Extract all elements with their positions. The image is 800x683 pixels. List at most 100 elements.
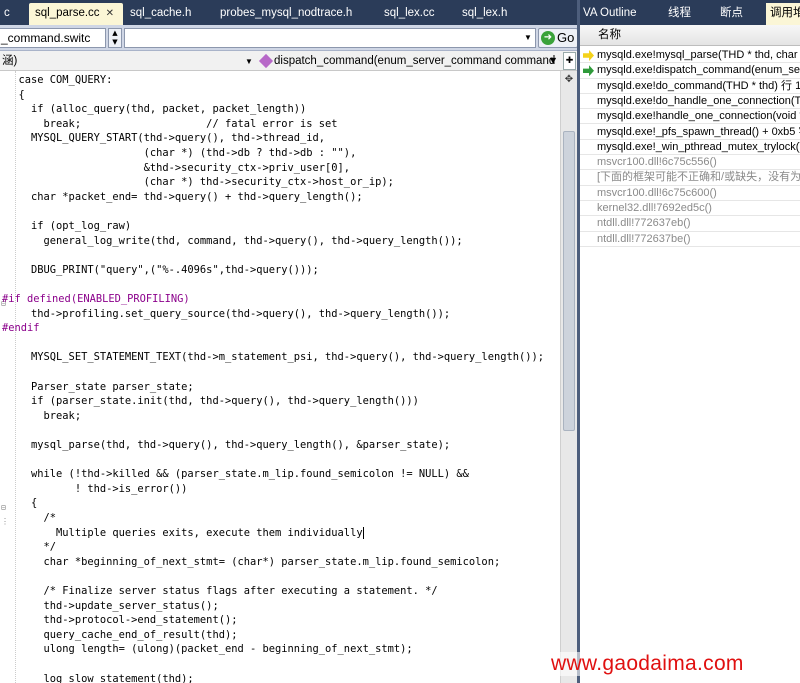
code-line: (char *) thd->security_ctx->host_or_ip); xyxy=(6,176,394,189)
tab-label: sql_parse.cc xyxy=(35,7,100,19)
tab-probes-mysql[interactable]: probes_mysql_nodtrace.h xyxy=(214,3,358,25)
column-header-name[interactable]: 名称 xyxy=(580,25,800,46)
tab-va-outline[interactable]: VA Outline xyxy=(583,3,637,25)
go-label: Go xyxy=(557,30,575,45)
code-line: #endif xyxy=(2,322,40,335)
call-stack-frame[interactable]: mysqld.exe!handle_one_connection(void * xyxy=(580,109,800,125)
find-combo[interactable]: ▼ xyxy=(124,28,536,48)
tab-label: 线程 xyxy=(668,7,691,19)
frame-label: ntdll.dll!772637eb() xyxy=(597,217,691,230)
code-line: query_cache_end_of_result(thd); xyxy=(6,628,238,641)
call-stack-frame[interactable]: ntdll.dll!772637be() xyxy=(580,232,800,247)
navigation-bar: 涵) ▼ dispatch_command(enum_server_comman… xyxy=(0,51,578,71)
tab-label: 调用堆 xyxy=(770,7,800,19)
call-stack-frame[interactable]: mysqld.exe!mysql_parse(THD * thd, char * xyxy=(580,48,800,64)
code-line: if (parser_state.init(thd, thd->query(),… xyxy=(6,395,419,408)
chevron-down-icon[interactable]: ▼ xyxy=(245,53,253,71)
go-icon: ➜ xyxy=(541,31,555,45)
call-stack-frame[interactable]: msvcr100.dll!6c75c600() xyxy=(580,186,800,201)
member-dropdown-value: dispatch_command(enum_server_command com… xyxy=(274,55,556,67)
tab-sql-parse[interactable]: sql_parse.cc ✕ xyxy=(29,3,123,25)
code-line: Parser_state parser_state; xyxy=(6,380,194,393)
tab-label: c xyxy=(4,7,10,19)
chevron-down-icon[interactable]: ▼ xyxy=(521,29,535,47)
code-line: thd->protocol->end_statement(); xyxy=(6,614,238,627)
tool-tab-bar: VA Outline 线程 断点 调用堆 xyxy=(580,0,800,25)
code-line: break; xyxy=(6,409,82,422)
call-stack-frame[interactable]: mysqld.exe!dispatch_command(enum_ser xyxy=(580,63,800,79)
code-line: while (!thd->killed && (parser_state.m_l… xyxy=(6,468,469,481)
type-dropdown[interactable]: 涵) ▼ xyxy=(0,52,255,70)
caller-frame-arrow-icon xyxy=(583,65,594,77)
code-line: if (alloc_query(thd, packet, packet_leng… xyxy=(6,103,307,116)
tab-sql-lex-cc[interactable]: sql_lex.cc xyxy=(378,3,441,25)
frame-label: mysqld.exe!handle_one_connection(void * xyxy=(597,110,800,123)
code-line: &thd->security_ctx->priv_user[0], xyxy=(6,161,351,174)
call-stack-frame[interactable]: mysqld.exe!do_handle_one_connection(Th xyxy=(580,94,800,110)
tab-c[interactable]: c xyxy=(0,3,16,25)
tab-breakpoints[interactable]: 断点 xyxy=(720,3,743,25)
code-line: mysql_parse(thd, thd->query(), thd->quer… xyxy=(6,439,451,451)
symbol-combo[interactable]: _command.switc xyxy=(0,28,106,48)
call-stack-frame[interactable]: [下面的框架可能不正确和/或缺失，没有为 xyxy=(580,170,800,186)
code-line: break; // fatal error is set xyxy=(6,117,338,130)
code-line: MYSQL_QUERY_START(thd->query(), thd->thr… xyxy=(6,132,326,145)
code-line: MYSQL_SET_STATEMENT_TEXT(thd->m_statemen… xyxy=(6,351,544,364)
frame-label: msvcr100.dll!6c75c556() xyxy=(597,156,717,169)
code-line: /* xyxy=(6,512,57,524)
split-icon[interactable]: ✚ xyxy=(563,52,576,70)
find-toolbar: _command.switc ▲ ▼ ▼ ➜ Go xyxy=(0,25,579,51)
code-line: ulong length= (ulong)(packet_end - begin… xyxy=(6,643,413,656)
code-line: if (opt_log_raw) xyxy=(6,220,132,232)
tab-sql-cache[interactable]: sql_cache.h xyxy=(124,3,197,25)
frame-label: mysqld.exe!_win_pthread_mutex_trylock() xyxy=(597,140,800,153)
close-icon[interactable]: ✕ xyxy=(106,4,114,24)
code-line: */ xyxy=(6,541,57,554)
code-line: ! thd->is_error()) xyxy=(6,482,188,495)
code-line: /* Finalize server status flags after ex… xyxy=(6,585,438,597)
call-stack-frame[interactable]: mysqld.exe!_pfs_spawn_thread() + 0xb5 字 xyxy=(580,125,800,140)
code-line: #if defined(ENABLED_PROFILING) xyxy=(2,293,190,305)
code-line: { xyxy=(6,497,38,510)
code-line: case COM_QUERY: xyxy=(6,74,113,86)
call-stack-frame[interactable]: kernel32.dll!7692ed5c() xyxy=(580,201,800,217)
call-stack-frame[interactable]: mysqld.exe!do_command(THD * thd) 行 1 xyxy=(580,79,800,94)
code-line: (char *) (thd->db ? thd->db : ""), xyxy=(6,147,357,159)
member-dropdown[interactable]: dispatch_command(enum_server_command com… xyxy=(258,52,558,70)
frame-label: msvcr100.dll!6c75c600() xyxy=(597,186,717,199)
code-editor[interactable]: ⊟ ⊟ ⋮ case COM_QUERY: { if (alloc_query(… xyxy=(0,71,560,683)
tab-call-stack[interactable]: 调用堆 xyxy=(766,3,800,25)
frame-label: mysqld.exe!do_handle_one_connection(Th xyxy=(597,94,800,107)
tab-label: sql_lex.h xyxy=(462,7,508,19)
type-dropdown-value: 涵) xyxy=(2,55,18,67)
tab-label: sql_cache.h xyxy=(130,7,192,19)
chevron-down-icon[interactable]: ▼ xyxy=(550,52,556,70)
text-caret xyxy=(362,526,364,539)
current-frame-arrow-icon xyxy=(583,50,594,61)
frame-label: mysqld.exe!dispatch_command(enum_ser xyxy=(597,64,800,77)
code-line: thd->profiling.set_query_source(thd->que… xyxy=(6,307,451,320)
scrollbar-thumb[interactable] xyxy=(563,131,575,431)
tab-label: VA Outline xyxy=(583,7,637,19)
frame-label: kernel32.dll!7692ed5c() xyxy=(597,202,712,214)
code-line: { xyxy=(6,88,25,101)
vertical-scrollbar[interactable]: ✥ xyxy=(560,71,577,683)
code-line: log_slow_statement(thd); xyxy=(6,672,194,683)
tab-label: probes_mysql_nodtrace.h xyxy=(220,7,353,19)
go-button[interactable]: ➜ Go xyxy=(538,28,579,48)
frame-label: ntdll.dll!772637be() xyxy=(597,232,691,245)
tab-threads[interactable]: 线程 xyxy=(668,3,691,25)
call-stack-frame[interactable]: ntdll.dll!772637eb() xyxy=(580,216,800,232)
document-tab-bar: c sql_parse.cc ✕ sql_cache.h probes_mysql… xyxy=(0,0,578,25)
spin-button[interactable]: ▲ ▼ xyxy=(108,28,122,48)
tab-sql-lex-h[interactable]: sql_lex.h xyxy=(456,3,513,25)
watermark: www.gaodaima.com xyxy=(551,652,744,676)
call-stack-panel: 名称 mysqld.exe!mysql_parse(THD * thd, cha… xyxy=(580,25,800,683)
frame-label: mysqld.exe!do_command(THD * thd) 行 1 xyxy=(597,79,800,92)
symbol-combo-value: _command.switc xyxy=(1,31,91,45)
code-line: general_log_write(thd, command, thd->que… xyxy=(6,234,463,247)
split-handle-icon[interactable]: ✥ xyxy=(562,73,576,87)
call-stack-frame[interactable]: msvcr100.dll!6c75c556() xyxy=(580,155,800,171)
call-stack-frame[interactable]: mysqld.exe!_win_pthread_mutex_trylock() xyxy=(580,140,800,156)
code-line: DBUG_PRINT("query",("%-.4096s",thd->quer… xyxy=(6,263,319,276)
